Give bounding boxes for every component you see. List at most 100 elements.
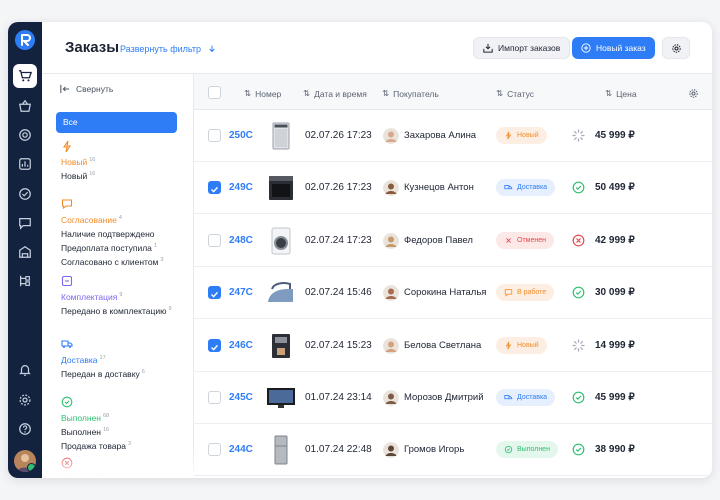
status-filter-item[interactable]: Согласовано с клиентом 3 <box>61 257 163 267</box>
status-badge[interactable]: Новый <box>496 127 547 144</box>
order-price: 42 999 ₽ <box>595 234 635 246</box>
box-icon <box>61 275 73 287</box>
status-badge[interactable]: Доставка <box>496 389 556 406</box>
table-row[interactable]: 250C 02.07.26 17:23 Захарова Алина Новый 45 … <box>194 110 712 162</box>
loading-spinner-icon <box>572 338 585 352</box>
status-badge[interactable]: Новый <box>496 336 547 354</box>
buyer-name[interactable]: Захарова Алина <box>404 130 476 141</box>
order-number-link[interactable]: 244C <box>229 444 253 455</box>
order-number-link[interactable]: 247C <box>229 287 253 298</box>
order-number-link[interactable]: 249C <box>229 182 253 193</box>
table-row[interactable]: 247C 02.07.24 15:46 Сорокина Наталья В рабо… <box>194 267 712 320</box>
buyer-name[interactable]: Морозов Дмитрий <box>404 392 484 403</box>
table-row[interactable]: 244C 01.07.24 22:48 Громов Игорь Выполнен 38… <box>194 424 712 477</box>
order-number-link[interactable]: 246C <box>229 340 253 351</box>
nav-rail <box>8 22 42 478</box>
table-row[interactable]: 248C 02.07.24 17:23 Федоров Павел Отменен 42… <box>194 215 712 267</box>
status-filter-item[interactable]: Выполнен 16 <box>61 427 131 437</box>
status-filter-item[interactable]: Предоплата поступила 1 <box>61 243 163 253</box>
sort-icon: ⇅ <box>303 88 311 98</box>
status-badge-label: Новый <box>517 341 539 349</box>
order-price: 38 990 ₽ <box>595 444 635 456</box>
help-question-icon[interactable] <box>13 417 37 441</box>
buyer-name[interactable]: Белова Светлана <box>404 340 481 351</box>
column-date[interactable]: ⇅ Дата и время <box>303 88 367 99</box>
products-basket-icon[interactable] <box>13 94 37 118</box>
payment-ok-icon <box>572 443 585 456</box>
status-group-title[interactable]: Доставка 17 <box>61 355 145 365</box>
buyer-name[interactable]: Кузнецов Антон <box>404 182 474 193</box>
buyer-name[interactable]: Федоров Павел <box>404 235 473 246</box>
user-avatar[interactable] <box>14 450 36 472</box>
settings-gear-icon[interactable] <box>13 388 37 412</box>
table-row[interactable]: 245C 01.07.24 23:14 Морозов Дмитрий Доставк… <box>194 372 712 424</box>
row-checkbox[interactable] <box>208 233 221 247</box>
status-group-title[interactable]: Новый 16 <box>61 157 95 167</box>
row-checkbox[interactable] <box>208 443 221 457</box>
column-status[interactable]: ⇅ Статус <box>496 88 534 99</box>
status-group-count: 17 <box>99 355 106 362</box>
orders-cart-icon[interactable] <box>13 64 37 88</box>
header-settings-button[interactable] <box>662 37 690 59</box>
status-group-count: 16 <box>89 157 96 164</box>
check-circle-icon <box>61 396 73 408</box>
integrations-tree-icon[interactable] <box>13 269 37 293</box>
app-logo-icon[interactable] <box>15 30 35 50</box>
order-date: 02.07.24 17:23 <box>305 234 372 246</box>
status-filter-count: 1 <box>153 243 157 250</box>
sidebar-fade <box>42 450 194 478</box>
columns-settings-icon[interactable] <box>688 86 699 104</box>
row-checkbox[interactable] <box>208 338 221 352</box>
collapse-sidebar-button[interactable]: Свернуть <box>60 84 113 94</box>
table-row[interactable]: 246C 02.07.24 15:23 Белова Светлана Новый 14… <box>194 320 712 372</box>
new-order-button[interactable]: Новый заказ <box>572 37 655 59</box>
expand-filter-link[interactable]: Развернуть фильтр <box>120 44 216 54</box>
status-filter-count: 16 <box>103 427 110 434</box>
tasks-check-icon[interactable] <box>13 182 37 206</box>
buyer-name[interactable]: Громов Игорь <box>404 444 464 455</box>
message-icon <box>504 289 513 297</box>
new-order-label: Новый заказ <box>596 43 646 53</box>
order-date: 02.07.26 17:23 <box>305 130 372 141</box>
column-number[interactable]: ⇅ Номер <box>244 88 281 99</box>
order-number-link[interactable]: 248C <box>229 235 253 246</box>
row-checkbox[interactable] <box>208 391 221 404</box>
analytics-chart-icon[interactable] <box>13 152 37 176</box>
status-filter-label: Передано в комплектацию <box>61 306 167 316</box>
warehouse-icon[interactable] <box>13 240 37 264</box>
status-group-title[interactable]: Выполнен 68 <box>61 413 131 423</box>
column-buyer[interactable]: ⇅ Покупатель <box>382 88 439 99</box>
import-orders-button[interactable]: Импорт заказов <box>473 37 571 59</box>
marketing-target-icon[interactable] <box>13 123 37 147</box>
order-number-link[interactable]: 245C <box>229 392 253 403</box>
notifications-bell-icon[interactable] <box>13 358 37 382</box>
message-icon <box>61 199 73 210</box>
row-checkbox[interactable] <box>208 129 221 142</box>
status-badge[interactable]: Отменен <box>496 231 554 249</box>
product-thumbnail <box>269 176 293 201</box>
order-date: 02.07.26 17:23 <box>305 182 372 194</box>
filter-all[interactable]: Все <box>56 112 177 133</box>
buyer-avatar <box>383 180 399 197</box>
status-badge[interactable]: Выполнен <box>496 441 558 459</box>
status-group-title[interactable]: Комплектация 9 <box>61 292 172 302</box>
status-badge[interactable]: В работе <box>496 284 555 302</box>
status-filter-item[interactable]: Передано в комплектацию 9 <box>61 306 172 316</box>
status-filter-item[interactable]: Новый 16 <box>61 171 95 181</box>
order-number-link[interactable]: 250C <box>229 130 253 141</box>
status-badge[interactable]: Доставка <box>496 179 556 197</box>
status-filter-item[interactable]: Наличие подтверждено <box>61 229 163 239</box>
status-filter-label: Наличие подтверждено <box>61 229 155 239</box>
close-icon <box>506 237 511 243</box>
row-checkbox[interactable] <box>208 181 221 195</box>
buyer-name[interactable]: Сорокина Наталья <box>404 287 486 298</box>
status-group-title[interactable]: Согласование 4 <box>61 215 163 225</box>
chats-message-icon[interactable] <box>13 211 37 235</box>
checkmark-icon <box>211 344 218 351</box>
select-all-checkbox[interactable] <box>208 86 221 99</box>
status-filter-item[interactable]: Передан в доставку 6 <box>61 369 145 379</box>
order-price: 30 099 ₽ <box>595 287 635 299</box>
column-price[interactable]: ⇅ Цена <box>605 88 637 99</box>
table-row[interactable]: 249C 02.07.26 17:23 Кузнецов Антон Доставка… <box>194 162 712 215</box>
row-checkbox[interactable] <box>208 286 221 300</box>
